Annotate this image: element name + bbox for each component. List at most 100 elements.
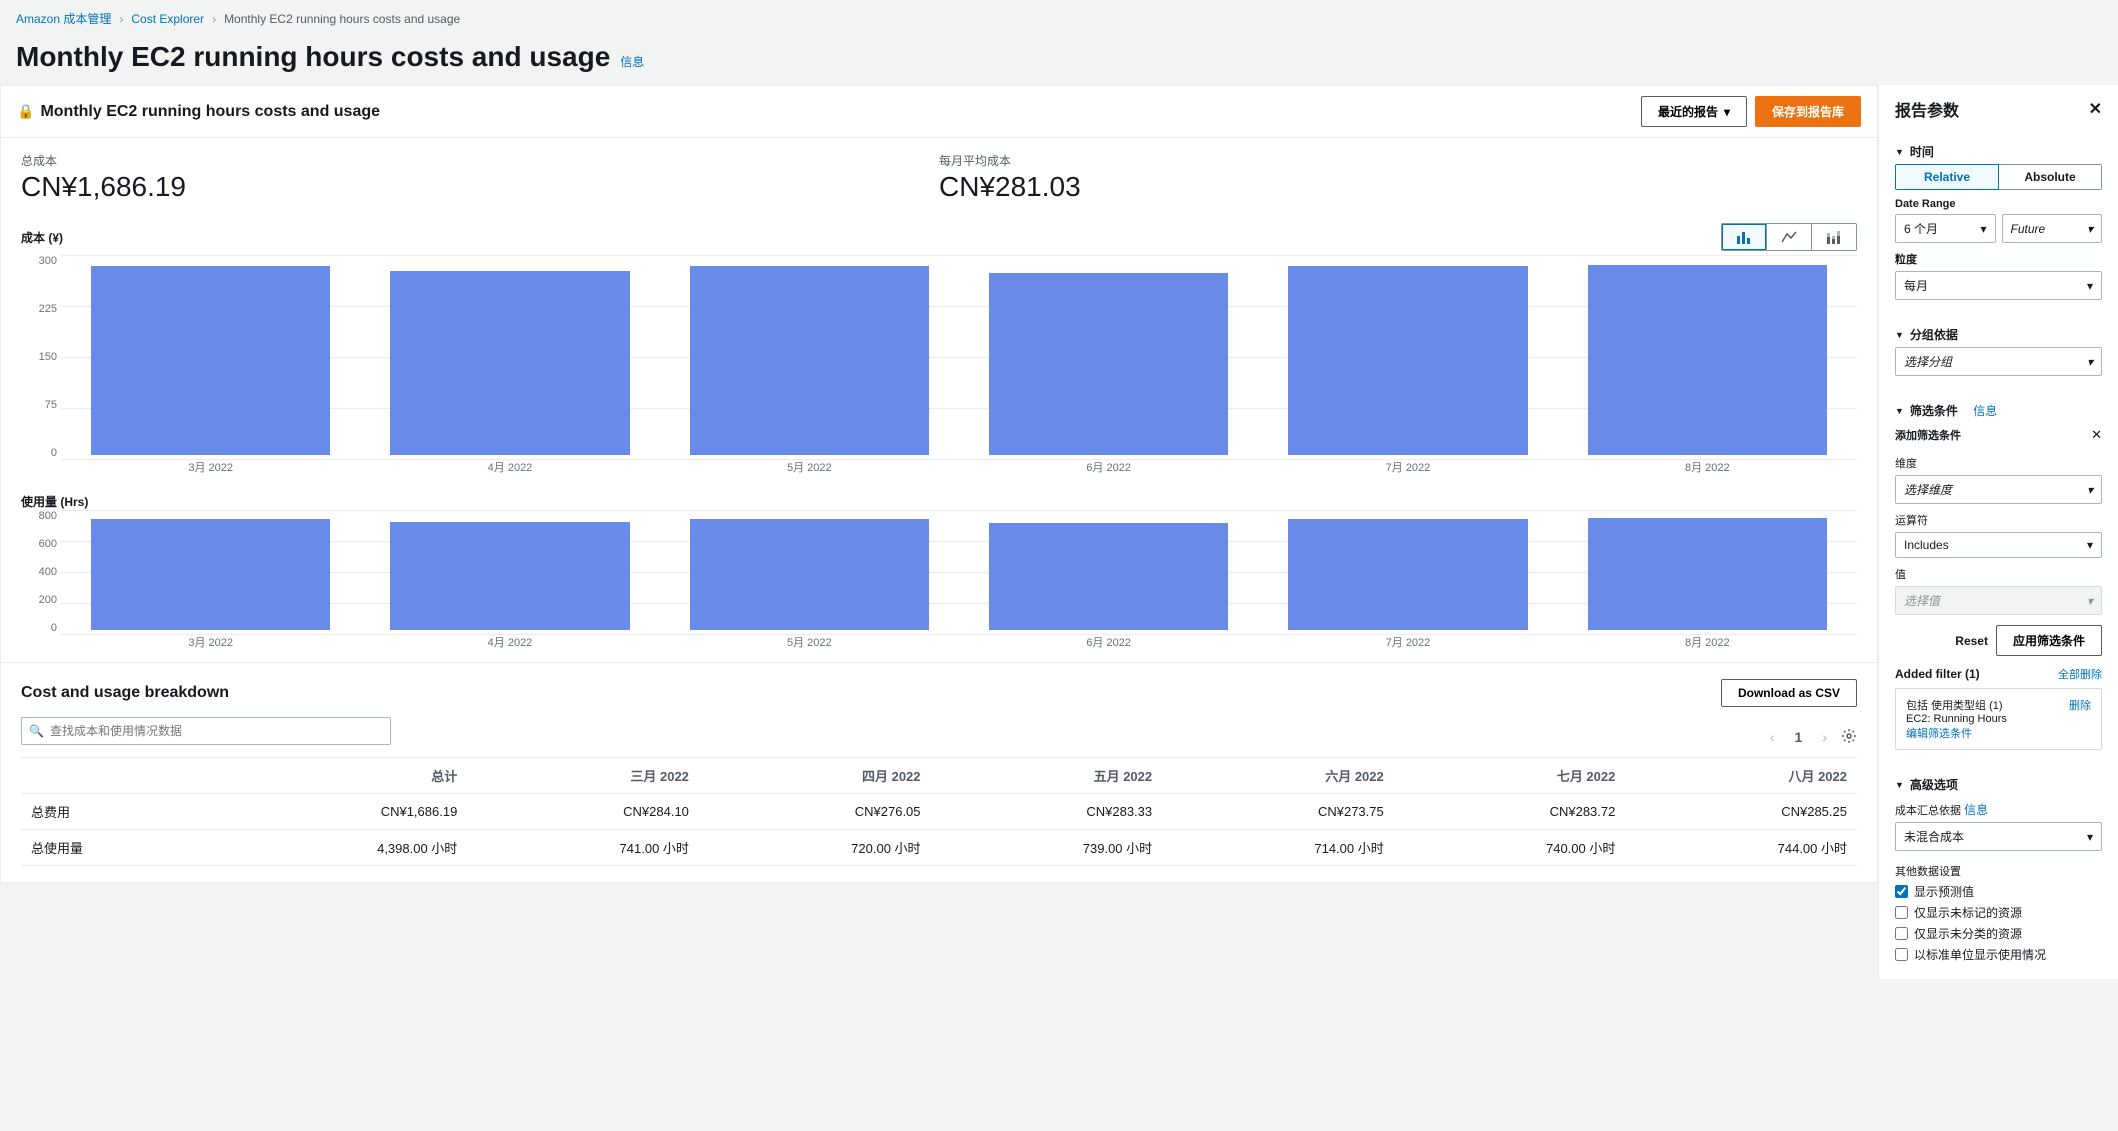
download-csv-button[interactable]: Download as CSV <box>1721 679 1857 707</box>
caret-down-icon: ▾ <box>2087 538 2093 552</box>
chevron-right-icon: › <box>212 12 216 26</box>
table-cell: CN¥284.10 <box>467 794 699 830</box>
stacked-chart-toggle[interactable] <box>1811 224 1856 250</box>
line-chart-toggle[interactable] <box>1766 224 1811 250</box>
close-icon[interactable]: ✕ <box>2089 99 2102 119</box>
bar-chart-toggle[interactable] <box>1722 224 1766 250</box>
dimension-label: 维度 <box>1895 455 2102 471</box>
date-range-select[interactable]: 6 个月▾ <box>1895 214 1996 243</box>
chart-bar <box>390 522 629 630</box>
add-filter-label: 添加筛选条件 <box>1895 427 1961 443</box>
table-cell: 总费用 <box>21 794 208 830</box>
chart-bar <box>989 273 1228 456</box>
usage-chart-title: 使用量 (Hrs) <box>21 493 1857 510</box>
filter-edit-link[interactable]: 编辑筛选条件 <box>1906 728 1972 740</box>
info-link[interactable]: 信息 <box>1964 803 1988 817</box>
info-link[interactable]: 信息 <box>1973 402 1997 419</box>
show-uncategorized-checkbox[interactable]: 仅显示未分类的资源 <box>1895 925 2102 942</box>
standard-units-checkbox[interactable]: 以标准单位显示使用情况 <box>1895 946 2102 963</box>
value-label: 值 <box>1895 566 2102 582</box>
breadcrumb: Amazon 成本管理 › Cost Explorer › Monthly EC… <box>0 0 2118 37</box>
show-untagged-checkbox[interactable]: 仅显示未标记的资源 <box>1895 904 2102 921</box>
recent-reports-button[interactable]: 最近的报告 ▾ <box>1641 96 1747 127</box>
table-pagination: ‹ 1 › <box>1766 725 1857 749</box>
caret-down-icon: ▾ <box>1980 222 1986 236</box>
kpi-total-value: CN¥1,686.19 <box>21 171 939 203</box>
chevron-right-icon: › <box>119 12 123 26</box>
table-row: 总费用CN¥1,686.19CN¥284.10CN¥276.05CN¥283.3… <box>21 794 1857 830</box>
chart-bar <box>1588 265 1827 455</box>
pager-prev-icon[interactable]: ‹ <box>1766 725 1779 749</box>
info-link[interactable]: 信息 <box>620 53 644 70</box>
table-header: 八月 2022 <box>1625 758 1857 794</box>
table-cell: CN¥285.25 <box>1625 794 1857 830</box>
table-cell: CN¥283.33 <box>931 794 1163 830</box>
chart-type-toggle-group <box>1721 223 1857 251</box>
kpi-avg-value: CN¥281.03 <box>939 171 1857 203</box>
value-select: 选择值▾ <box>1895 586 2102 615</box>
caret-down-icon: ▼ <box>1895 406 1904 416</box>
report-title: Monthly EC2 running hours costs and usag… <box>40 103 380 121</box>
caret-down-icon: ▾ <box>2087 594 2093 608</box>
bar-chart-icon <box>1736 230 1752 244</box>
chart-bar <box>1288 266 1527 455</box>
save-report-button[interactable]: 保存到报告库 <box>1755 96 1861 127</box>
filter-card-value: EC2: Running Hours <box>1906 713 2091 725</box>
group-section-label[interactable]: ▼分组依据 <box>1895 326 2102 343</box>
granularity-select[interactable]: 每月▾ <box>1895 271 2102 300</box>
table-cell: 744.00 小时 <box>1625 830 1857 866</box>
operator-select[interactable]: Includes▾ <box>1895 532 2102 558</box>
table-header <box>21 758 208 794</box>
caret-down-icon: ▼ <box>1895 780 1904 790</box>
table-cell: CN¥1,686.19 <box>208 794 468 830</box>
table-header: 四月 2022 <box>699 758 931 794</box>
relative-toggle[interactable]: Relative <box>1895 164 1999 190</box>
table-header: 五月 2022 <box>931 758 1163 794</box>
caret-down-icon: ▾ <box>2087 222 2093 236</box>
cost-agg-select[interactable]: 未混合成本▾ <box>1895 822 2102 851</box>
gear-icon[interactable] <box>1841 728 1857 747</box>
table-cell: 714.00 小时 <box>1162 830 1394 866</box>
chart-bar <box>989 523 1228 630</box>
future-select[interactable]: Future▾ <box>2002 214 2103 243</box>
filter-card: 包括 使用类型组 (1) 删除 EC2: Running Hours 编辑筛选条… <box>1895 688 2102 750</box>
filter-section-label[interactable]: ▼筛选条件 信息 <box>1895 402 2102 419</box>
close-icon[interactable]: ✕ <box>2091 427 2102 443</box>
time-section-label[interactable]: ▼时间 <box>1895 143 2102 160</box>
kpi-avg-label: 每月平均成本 <box>939 152 1857 169</box>
apply-filter-button[interactable]: 应用筛选条件 <box>1996 625 2102 656</box>
chart-bar <box>690 519 929 630</box>
cost-agg-label: 成本汇总依据 信息 <box>1895 801 2102 818</box>
caret-down-icon: ▼ <box>1895 330 1904 340</box>
kpi-total-label: 总成本 <box>21 152 939 169</box>
table-cell: 741.00 小时 <box>467 830 699 866</box>
absolute-toggle[interactable]: Absolute <box>1998 164 2102 190</box>
caret-down-icon: ▼ <box>1895 147 1904 157</box>
dimension-select[interactable]: 选择维度▾ <box>1895 475 2102 504</box>
advanced-section-label[interactable]: ▼高级选项 <box>1895 776 2102 793</box>
table-cell: 739.00 小时 <box>931 830 1163 866</box>
chart-bar <box>1288 519 1527 630</box>
pager-current: 1 <box>1789 729 1809 745</box>
reset-button[interactable]: Reset <box>1955 625 1988 656</box>
show-forecast-checkbox[interactable]: 显示预测值 <box>1895 883 2102 900</box>
table-cell: CN¥273.75 <box>1162 794 1394 830</box>
table-cell: 720.00 小时 <box>699 830 931 866</box>
group-by-select[interactable]: 选择分组▾ <box>1895 347 2102 376</box>
filter-delete-link[interactable]: 删除 <box>2069 697 2091 713</box>
chart-bar <box>390 271 629 455</box>
search-input[interactable] <box>21 717 391 745</box>
table-header: 总计 <box>208 758 468 794</box>
breadcrumb-root[interactable]: Amazon 成本管理 <box>16 10 111 27</box>
caret-down-icon: ▾ <box>1724 105 1730 119</box>
table-cell: 740.00 小时 <box>1394 830 1626 866</box>
breadcrumb-mid[interactable]: Cost Explorer <box>131 12 204 26</box>
table-cell: CN¥283.72 <box>1394 794 1626 830</box>
granularity-label: 粒度 <box>1895 251 2102 267</box>
remove-all-filters-link[interactable]: 全部删除 <box>2058 666 2102 682</box>
cost-chart-bars <box>61 255 1857 455</box>
pager-next-icon[interactable]: › <box>1818 725 1831 749</box>
breakdown-title: Cost and usage breakdown <box>21 684 229 702</box>
chart-bar <box>690 266 929 455</box>
breadcrumb-current: Monthly EC2 running hours costs and usag… <box>224 12 460 26</box>
